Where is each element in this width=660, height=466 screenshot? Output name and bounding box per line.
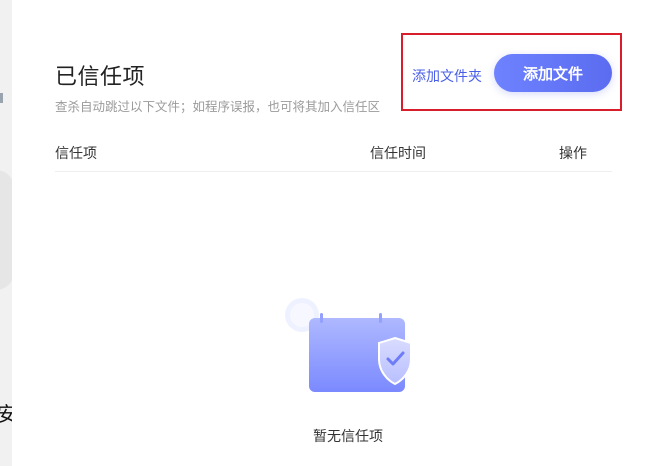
- empty-state-text: 暂无信任项: [313, 429, 383, 445]
- add-folder-button[interactable]: 添加文件夹: [412, 66, 482, 86]
- trusted-items-dialog: 已信任项 查杀自动跳过以下文件；如程序误报，也可将其加入信任区 添加文件夹 添加…: [12, 0, 660, 466]
- page-subtitle: 查杀自动跳过以下文件；如程序误报，也可将其加入信任区: [55, 99, 381, 114]
- calendar-shield-icon: [284, 297, 416, 397]
- background-marker: [0, 93, 3, 103]
- add-file-button[interactable]: 添加文件: [494, 54, 612, 92]
- column-header-trusted-item: 信任项: [55, 146, 97, 162]
- column-header-operation: 操作: [559, 146, 587, 162]
- table-header: 信任项 信任时间 操作: [55, 143, 612, 172]
- column-header-trusted-time: 信任时间: [370, 146, 426, 162]
- page-title: 已信任项: [55, 65, 146, 90]
